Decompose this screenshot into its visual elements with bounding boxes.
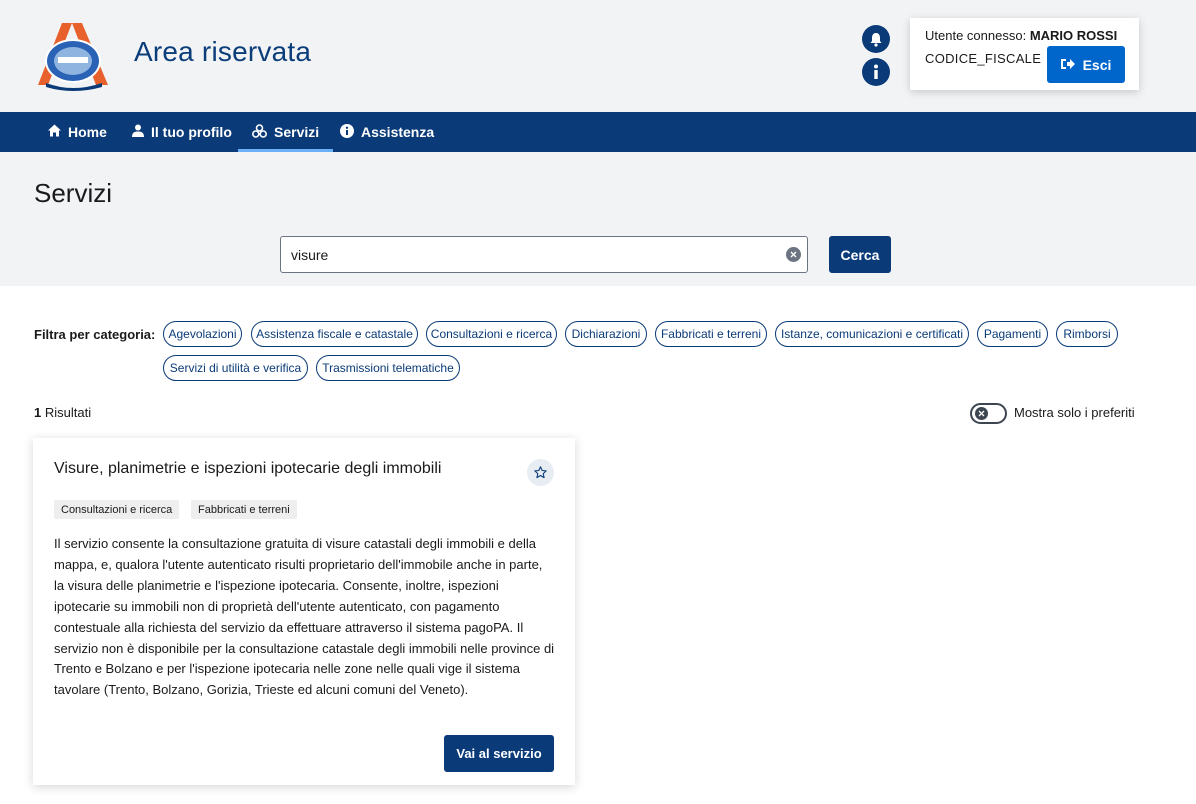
search-box [280, 236, 808, 273]
logout-icon [1060, 57, 1075, 73]
filter-chip[interactable]: Consultazioni e ricerca [426, 321, 557, 347]
fiscal-code: CODICE_FISCALE [925, 51, 1042, 66]
card-tag: Fabbricati e terreni [191, 500, 297, 519]
nav-item-assistance[interactable]: Assistenza [340, 112, 434, 152]
clear-icon[interactable] [786, 247, 801, 262]
top-header: Area riservata Utente connesso: MARIO RO… [0, 0, 1196, 112]
results-count: 1 Risultati [34, 405, 91, 420]
user-panel: Utente connesso: MARIO ROSSI CODICE_FISC… [910, 18, 1139, 90]
filter-chip[interactable]: Pagamenti [977, 321, 1048, 347]
filter-chip[interactable]: Trasmissioni telematiche [316, 355, 460, 381]
card-title: Visure, planimetrie e ispezioni ipotecar… [54, 460, 442, 477]
filter-chip[interactable]: Istanze, comunicazioni e certificati [775, 321, 969, 347]
toggle-knob-icon [975, 407, 988, 420]
search-input[interactable] [291, 237, 781, 272]
nav-item-services[interactable]: Servizi [238, 112, 334, 152]
services-icon [251, 123, 267, 141]
filter-chip[interactable]: Rimborsi [1056, 321, 1118, 347]
info-icon [340, 123, 354, 141]
search-band: Servizi Cerca [0, 152, 1196, 286]
filter-chip[interactable]: Dichiarazioni [565, 321, 647, 347]
nav-label: Assistenza [361, 124, 435, 140]
user-label: Utente connesso: [925, 28, 1027, 43]
star-icon[interactable] [527, 459, 554, 486]
agenzia-entrate-logo[interactable] [32, 17, 114, 91]
results-label: Risultati [44, 405, 92, 420]
card-description: Il servizio consente la consultazione gr… [54, 536, 555, 698]
filter-chip[interactable]: Fabbricati e terreni [655, 321, 767, 347]
card-tag: Consultazioni e ricerca [54, 500, 180, 519]
app-title: Area riservata [134, 36, 312, 67]
nav-label: Servizi [274, 124, 320, 140]
user-icon [132, 124, 144, 140]
nav-label: Home [68, 124, 107, 140]
nav-label: Il tuo profilo [151, 124, 232, 140]
filter-chip[interactable]: Agevolazioni [163, 321, 242, 347]
page-title: Servizi [34, 178, 113, 208]
bell-icon[interactable] [862, 25, 890, 53]
go-to-service-button[interactable]: Vai al servizio [444, 735, 554, 772]
logout-button[interactable]: Esci [1047, 46, 1125, 83]
favorites-toggle-label: Mostra solo i preferiti [1014, 405, 1135, 420]
user-info: Utente connesso: MARIO ROSSI [925, 28, 1117, 43]
filter-chip[interactable]: Servizi di utilità e verifica [163, 355, 308, 381]
filter-chip[interactable]: Assistenza fiscale e catastale [251, 321, 418, 347]
service-card: Visure, planimetrie e ispezioni ipotecar… [33, 438, 575, 785]
search-button[interactable]: Cerca [829, 236, 891, 273]
info-icon[interactable] [862, 58, 890, 86]
user-name: MARIO ROSSI [1029, 28, 1118, 43]
filter-label: Filtra per categoria: [34, 327, 156, 342]
results-number: 1 [34, 405, 42, 420]
logout-label: Esci [1082, 56, 1112, 73]
nav-item-home[interactable]: Home [48, 112, 107, 152]
main-nav: Home Il tuo profilo Servizi Assistenza [0, 112, 1196, 152]
home-icon [48, 124, 61, 140]
favorites-toggle[interactable] [970, 403, 1007, 424]
nav-item-profile[interactable]: Il tuo profilo [132, 112, 232, 152]
